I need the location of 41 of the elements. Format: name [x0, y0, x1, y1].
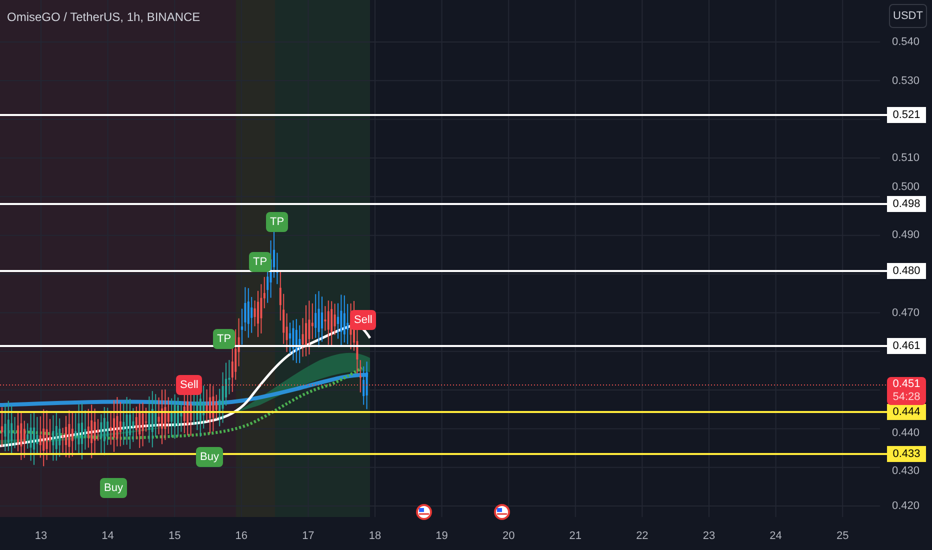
take-profit-label: TP: [249, 252, 272, 272]
flag-icon: [494, 504, 510, 520]
date-axis-label: 15: [167, 529, 182, 543]
bar-countdown: 54:28: [892, 391, 920, 404]
date-axis-label: 23: [702, 529, 716, 543]
price-axis-label: 0.530: [892, 74, 920, 88]
currency-button[interactable]: USDT: [889, 4, 927, 28]
price-axis-label: 0.440: [892, 426, 920, 440]
last-price: 0.451: [892, 378, 920, 391]
date-axis-label: 13: [34, 529, 48, 543]
take-profit-label: TP: [213, 329, 236, 349]
price-axis-label: 0.500: [892, 180, 920, 194]
price-level-label: 0.461: [887, 338, 926, 354]
price-level-label: 0.480: [887, 263, 926, 279]
sell-signal-label: Sell: [350, 310, 376, 330]
buy-signal-label: Buy: [196, 447, 223, 467]
date-axis-label: 18: [368, 529, 382, 543]
date-axis-label: 16: [234, 529, 249, 543]
flag-icon: [416, 504, 432, 520]
date-axis-label: 22: [635, 529, 650, 543]
date-axis-label: 19: [434, 529, 449, 543]
date-axis-label: 25: [835, 529, 850, 543]
price-axis-label: 0.510: [892, 151, 920, 165]
price-level-label: 0.444: [887, 404, 926, 420]
price-level-label: 0.498: [887, 196, 926, 212]
date-axis-label: 14: [100, 529, 115, 543]
price-axis-label: 0.540: [892, 35, 920, 49]
price-axis-label: 0.430: [892, 464, 920, 478]
date-axis-label: 24: [768, 529, 783, 543]
date-axis-label: 17: [301, 529, 316, 543]
price-level-label: 0.433: [887, 446, 926, 462]
price-axis-label: 0.420: [892, 499, 920, 514]
chart-title: OmiseGO / TetherUS, 1h, BINANCE: [7, 9, 200, 26]
price-level-label: 0.521: [887, 107, 926, 123]
price-axis-label: 0.490: [892, 228, 920, 242]
buy-signal-label: Buy: [100, 478, 127, 498]
date-axis-label: 20: [501, 529, 516, 543]
sell-signal-label: Sell: [176, 375, 202, 395]
take-profit-label: TP: [266, 212, 288, 232]
date-axis-label: 21: [568, 529, 583, 543]
price-axis-label: 0.470: [892, 306, 920, 320]
